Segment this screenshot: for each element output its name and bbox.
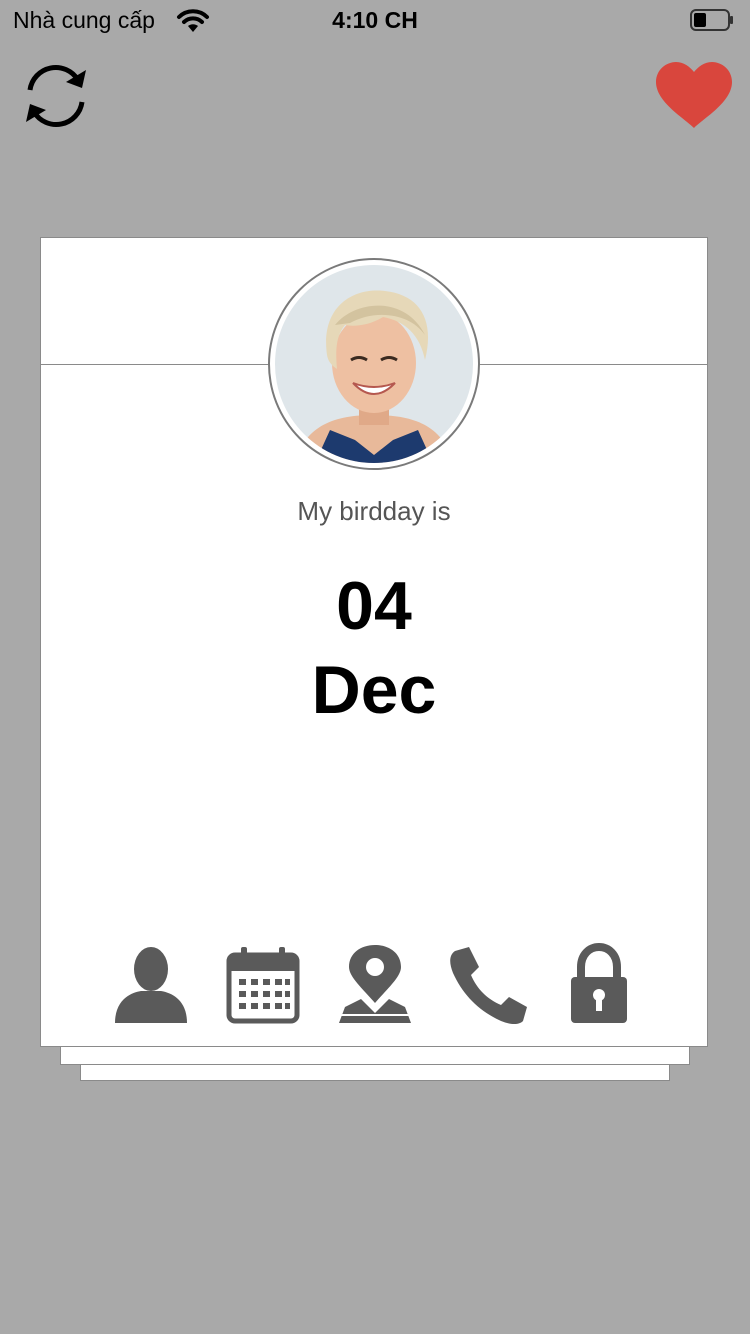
birthday-month: Dec: [311, 652, 437, 728]
battery-icon: [690, 9, 733, 31]
user-icon[interactable]: [111, 943, 191, 1027]
phone-icon[interactable]: [447, 943, 527, 1027]
heart-icon[interactable]: [654, 62, 734, 130]
refresh-icon[interactable]: [16, 56, 96, 136]
map-pin-icon[interactable]: [335, 943, 415, 1027]
info-tab-bar: [41, 943, 707, 1033]
info-label: My birdday is: [297, 496, 451, 526]
lock-icon[interactable]: [559, 943, 639, 1027]
profile-card[interactable]: My birdday is 04 Dec: [40, 237, 708, 1047]
calendar-icon[interactable]: [223, 943, 303, 1027]
avatar: [268, 258, 480, 470]
avatar-image: [275, 265, 473, 463]
clock: 4:10 CH: [332, 7, 418, 33]
birthday-day: 04: [336, 568, 412, 644]
status-bar: Nhà cung cấp 4:10 CH: [0, 0, 750, 40]
